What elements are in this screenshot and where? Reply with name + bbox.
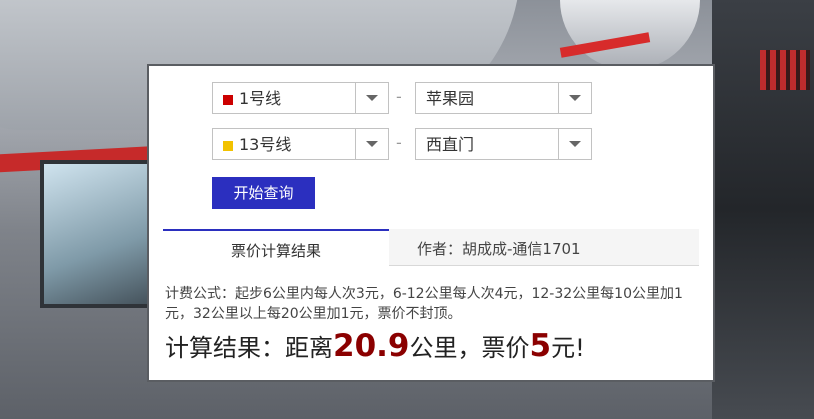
dropdown-button[interactable]	[558, 129, 591, 159]
separator: -	[396, 133, 402, 152]
distance-value: 20.9	[333, 328, 410, 364]
tab-author[interactable]: 作者：胡成成-通信1701	[389, 229, 699, 265]
dropdown-button[interactable]	[355, 129, 388, 159]
line-color-swatch	[223, 141, 233, 151]
line-color-swatch	[223, 95, 233, 105]
destination-line-select[interactable]: 13号线	[212, 128, 389, 160]
tab-fare-result[interactable]: 票价计算结果	[163, 229, 389, 267]
dropdown-button[interactable]	[558, 83, 591, 113]
chevron-down-icon	[366, 141, 378, 147]
origin-line-select[interactable]: 1号线	[212, 82, 389, 114]
result-suffix: 元!	[551, 334, 585, 362]
result-tabs: 票价计算结果 作者：胡成成-通信1701	[163, 229, 699, 267]
fare-formula-text: 计费公式：起步6公里内每人次3元，6-12公里每人次4元，12-32公里每10公…	[165, 286, 683, 322]
destination-station-select[interactable]: 西直门	[415, 128, 592, 160]
destination-station-label: 西直门	[426, 135, 475, 154]
result-mid: 公里，票价	[409, 334, 530, 362]
calculation-result: 计算结果：距离20.9公里，票价5元!	[165, 328, 695, 364]
chevron-down-icon	[569, 141, 581, 147]
price-value: 5	[529, 328, 552, 364]
fare-calculator-panel: 1号线 - 苹果园 13号线 - 西直门 开始查询 票价计算结果 作者：胡成成-…	[147, 64, 715, 382]
origin-line-label: 1号线	[239, 89, 282, 108]
dropdown-button[interactable]	[355, 83, 388, 113]
origin-station-label: 苹果园	[426, 89, 475, 108]
chevron-down-icon	[569, 95, 581, 101]
result-prefix: 计算结果：距离	[165, 334, 333, 362]
start-query-button[interactable]: 开始查询	[212, 177, 315, 209]
destination-line-label: 13号线	[239, 135, 292, 154]
origin-station-select[interactable]: 苹果园	[415, 82, 592, 114]
separator: -	[396, 87, 402, 106]
chevron-down-icon	[366, 95, 378, 101]
